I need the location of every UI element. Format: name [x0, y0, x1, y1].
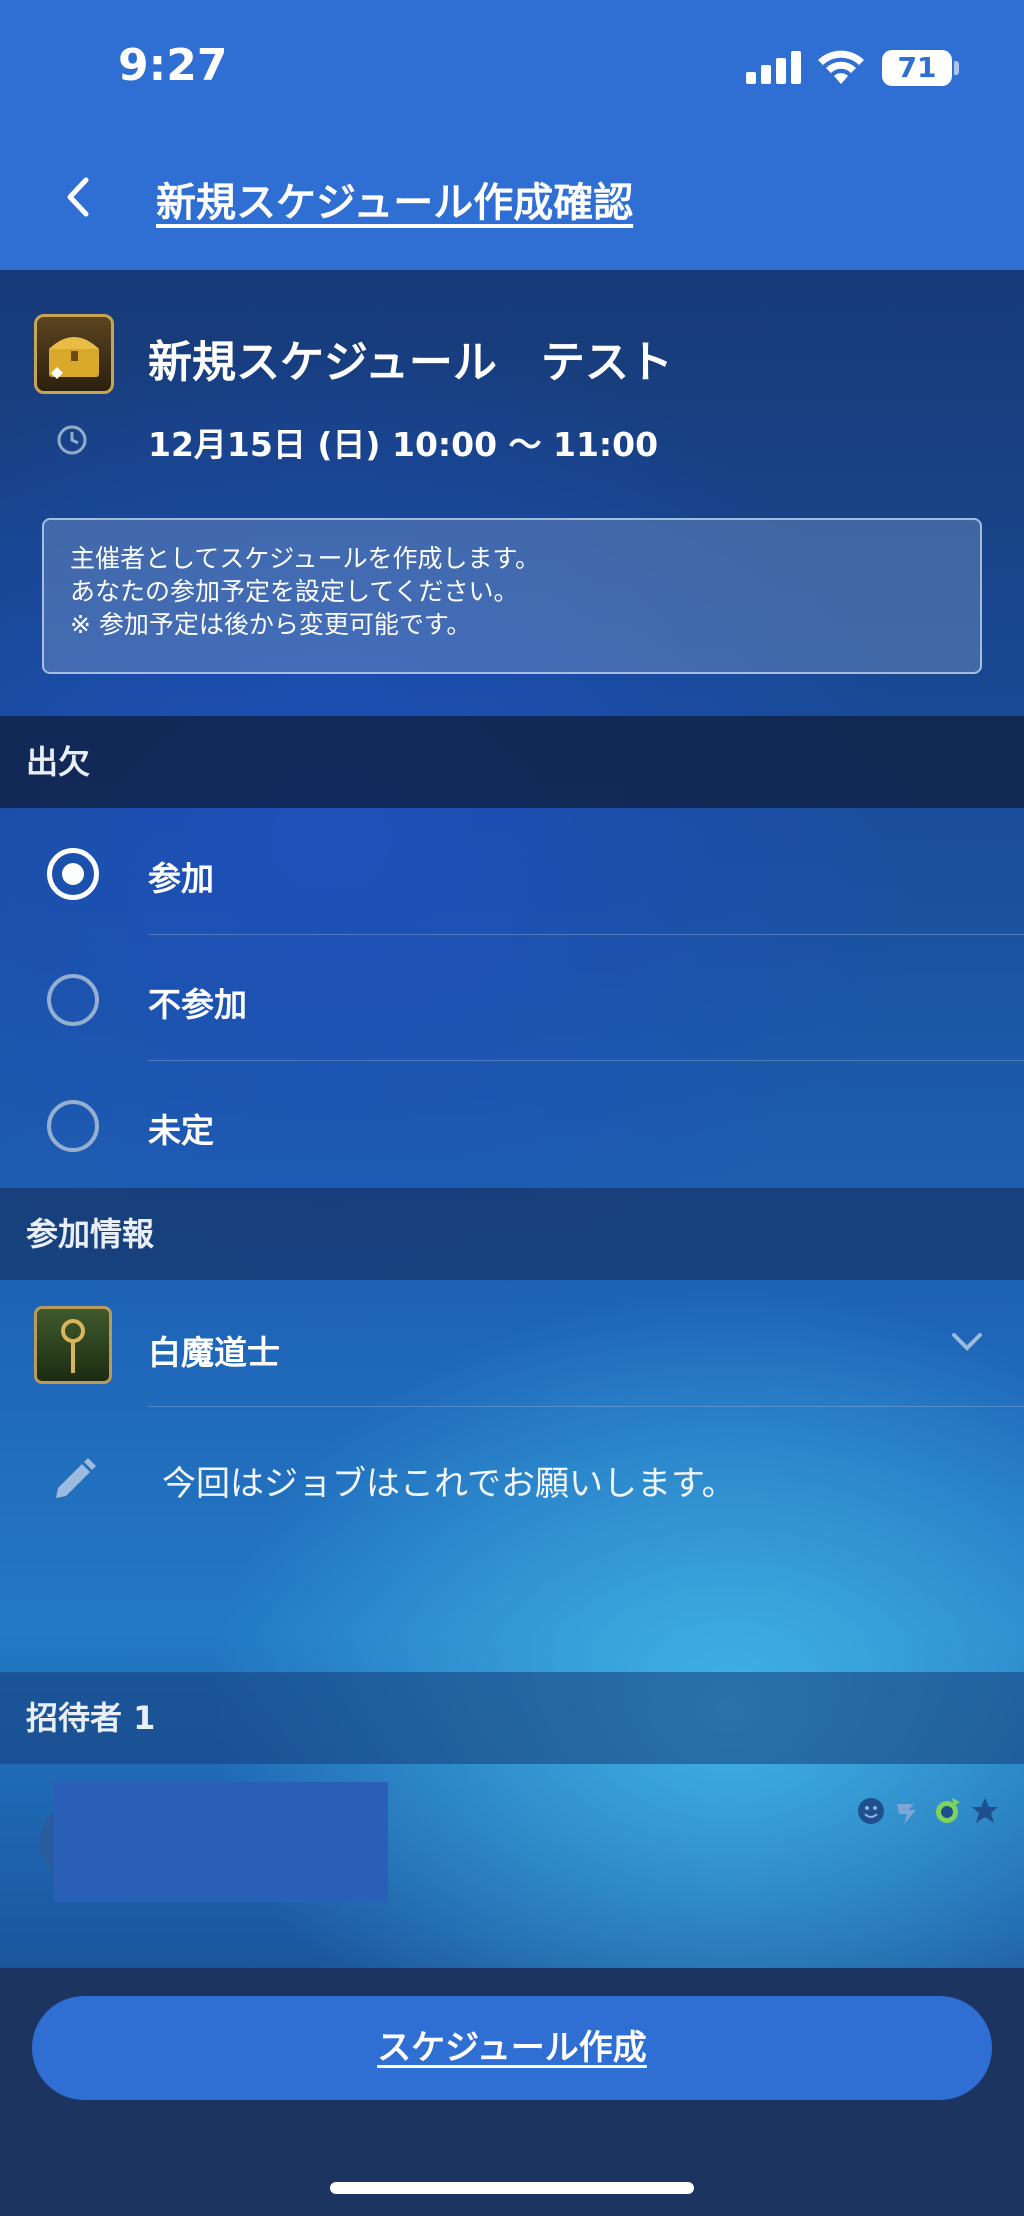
- battery-tip-icon: [954, 61, 959, 75]
- battery-level: 71: [882, 50, 952, 86]
- bird-icon: [894, 1796, 924, 1826]
- status-time: 9:27: [118, 40, 228, 91]
- attendance-option-label: 不参加: [148, 985, 247, 1024]
- smile-icon: [856, 1796, 886, 1826]
- star-icon: [970, 1796, 1000, 1826]
- treasure-chest-icon: [34, 314, 114, 394]
- radio-unselected-icon[interactable]: [47, 1100, 99, 1152]
- attendance-section-header: 出欠: [0, 716, 1024, 808]
- attendance-option-label: 参加: [148, 859, 214, 898]
- event-title: 新規スケジュール テスト: [148, 337, 673, 388]
- invitees-section-header: 招待者 1: [0, 1672, 1024, 1764]
- participation-comment[interactable]: 今回はジョブはこれでお願いします。: [162, 1456, 736, 1505]
- home-indicator: [330, 2182, 694, 2194]
- organizer-notice: 主催者としてスケジュールを作成します。 あなたの参加予定を設定してください。 ※…: [42, 518, 982, 674]
- create-schedule-button[interactable]: スケジュール作成: [32, 1996, 992, 2100]
- cellular-signal-icon: [746, 50, 802, 84]
- clock-icon: [57, 425, 87, 455]
- divider: [148, 1406, 1024, 1407]
- notice-line: あなたの参加予定を設定してください。: [70, 577, 519, 606]
- attendance-option-absent[interactable]: 不参加: [0, 934, 1024, 1060]
- invitee-name-redacted: [54, 1782, 388, 1902]
- page-title: 新規スケジュール作成確認: [156, 180, 634, 226]
- radio-selected-icon[interactable]: [47, 848, 99, 900]
- cycle-icon: [932, 1796, 962, 1826]
- radio-unselected-icon[interactable]: [47, 974, 99, 1026]
- job-select[interactable]: 白魔道士: [148, 1326, 280, 1374]
- wifi-icon: [818, 50, 864, 84]
- pencil-icon: [56, 1458, 96, 1498]
- attendance-option-attend[interactable]: 参加: [0, 808, 1024, 934]
- white-mage-job-icon: [34, 1306, 112, 1384]
- notice-line: ※ 参加予定は後から変更可能です。: [70, 610, 472, 639]
- participation-section-header: 参加情報: [0, 1188, 1024, 1280]
- chevron-down-icon[interactable]: [950, 1330, 984, 1354]
- event-date: 12月15日 (日) 10:00 〜 11:00: [148, 425, 659, 464]
- attendance-option-label: 未定: [148, 1111, 214, 1150]
- invitee-status-icons: [856, 1796, 1000, 1830]
- top-navigation-bar: 9:27 71 新規スケジュール作成確認: [0, 0, 1024, 270]
- back-button[interactable]: [58, 172, 98, 222]
- notice-line: 主催者としてスケジュールを作成します。: [70, 544, 541, 573]
- attendance-option-undecided[interactable]: 未定: [0, 1060, 1024, 1186]
